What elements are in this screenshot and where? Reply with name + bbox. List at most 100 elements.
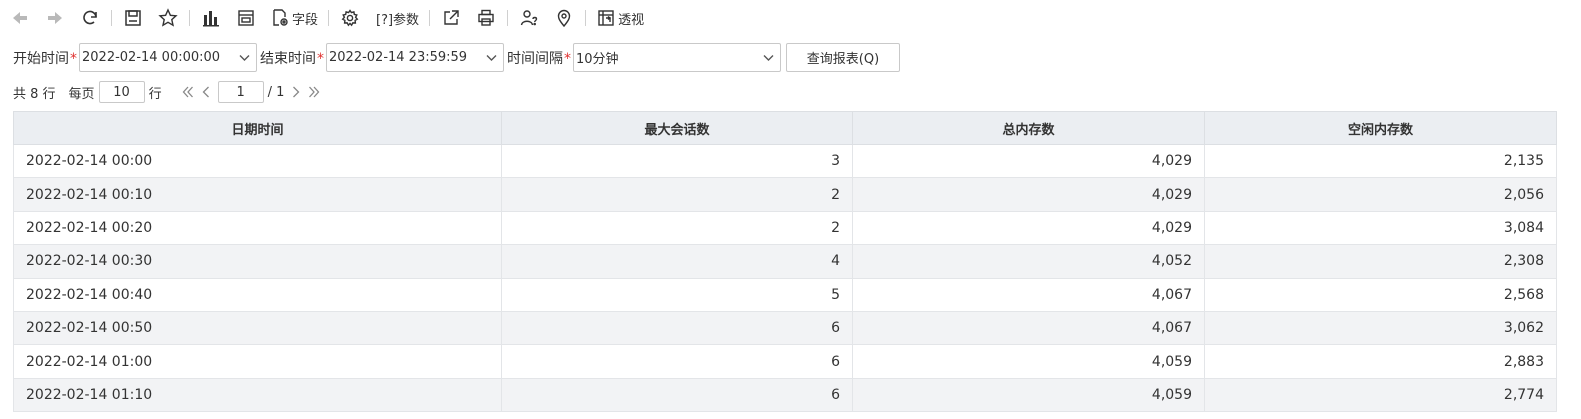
cell-max-sessions: 6 — [501, 344, 853, 379]
cell-max-sessions: 2 — [501, 210, 853, 246]
interval-label-text: 时间间隔 — [507, 50, 563, 67]
gear-icon — [341, 9, 359, 27]
export-icon — [444, 10, 459, 25]
end-time-label-text: 结束时间 — [260, 50, 316, 67]
start-time-label-text: 开始时间 — [13, 50, 69, 67]
cell-datetime: 2022-02-14 00:50 — [13, 310, 502, 346]
cell-free-memory: 2,774 — [1204, 377, 1557, 413]
table-row[interactable]: 2022-02-14 01:10 6 4,059 2,774 — [13, 377, 1557, 413]
toolbar: 字段 [?]参数 透视 — [0, 0, 1581, 36]
query-report-button[interactable]: 查询报表(Q) — [786, 43, 900, 72]
prev-page-button[interactable] — [198, 84, 214, 100]
arrow-left-icon — [13, 12, 27, 24]
total-rows-text: 共 8 行 — [13, 86, 56, 102]
cell-datetime: 2022-02-14 00:00 — [13, 143, 502, 179]
cell-total-memory: 4,029 — [852, 143, 1205, 179]
table-header-row: 日期时间 最大会话数 总内存数 空闲内存数 — [13, 111, 1557, 145]
print-button[interactable] — [472, 4, 500, 32]
per-page-input[interactable]: 10 — [98, 81, 145, 103]
fields-label: 字段 — [292, 12, 319, 28]
table-row[interactable]: 2022-02-14 00:40 5 4,067 2,568 — [13, 277, 1557, 312]
refresh-button[interactable] — [76, 4, 104, 32]
settings-button[interactable] — [336, 4, 364, 32]
params-label: [?]参数 — [376, 12, 420, 28]
field-settings-icon — [273, 9, 288, 26]
favorite-button[interactable] — [154, 4, 182, 32]
save-button[interactable] — [119, 4, 147, 32]
cell-total-memory: 4,059 — [852, 377, 1205, 413]
bar-chart-icon — [203, 11, 219, 27]
end-time-select[interactable]: 2022-02-14 23:59:59 — [326, 43, 504, 72]
per-page-label: 每页 — [68, 86, 95, 102]
table-row[interactable]: 2022-02-14 00:20 2 4,029 3,084 — [13, 210, 1557, 246]
toolbar-separator — [429, 10, 431, 26]
cell-max-sessions: 2 — [501, 177, 853, 212]
params-button[interactable]: [?]参数 — [371, 4, 422, 32]
required-mark: * — [70, 50, 77, 67]
back-button[interactable] — [6, 4, 34, 32]
required-mark: * — [317, 50, 324, 67]
cell-free-memory: 2,056 — [1204, 177, 1557, 212]
next-page-button[interactable] — [288, 84, 304, 100]
table-row[interactable]: 2022-02-14 00:50 6 4,067 3,062 — [13, 310, 1557, 346]
cell-free-memory: 2,308 — [1204, 244, 1557, 279]
cell-max-sessions: 6 — [501, 310, 853, 346]
cell-datetime: 2022-02-14 00:30 — [13, 244, 502, 279]
refresh-icon — [83, 10, 97, 25]
cell-max-sessions: 4 — [501, 244, 853, 279]
table-row[interactable]: 2022-02-14 00:00 3 4,029 2,135 — [13, 143, 1557, 179]
cell-free-memory: 2,883 — [1204, 344, 1557, 379]
chevron-left-icon — [202, 86, 209, 98]
location-button[interactable] — [550, 4, 578, 32]
column-header-total-memory[interactable]: 总内存数 — [852, 111, 1205, 145]
column-header-max-sessions[interactable]: 最大会话数 — [501, 111, 853, 145]
export-button[interactable] — [437, 4, 465, 32]
cell-datetime: 2022-02-14 01:00 — [13, 344, 502, 379]
pivot-label: 透视 — [618, 12, 645, 28]
toolbar-separator — [585, 10, 587, 26]
table-layout-icon — [238, 10, 254, 26]
current-page-input[interactable]: 1 — [217, 81, 264, 103]
star-icon — [158, 8, 178, 27]
cell-max-sessions: 5 — [501, 277, 853, 312]
start-time-label: 开始时间* — [13, 48, 77, 68]
layout-button[interactable] — [232, 4, 260, 32]
user-help-button[interactable] — [515, 4, 543, 32]
table-row[interactable]: 2022-02-14 00:30 4 4,052 2,308 — [13, 244, 1557, 279]
cell-datetime: 2022-02-14 00:20 — [13, 210, 502, 246]
interval-value: 10分钟 — [576, 52, 619, 67]
report-table: 日期时间 最大会话数 总内存数 空闲内存数 2022-02-14 00:00 3… — [13, 111, 1557, 413]
chevron-right-icon — [293, 86, 300, 98]
toolbar-separator — [507, 10, 509, 26]
pager: 共 8 行 每页 10 行 1 / 1 — [13, 80, 322, 104]
cell-free-memory: 3,062 — [1204, 310, 1557, 346]
column-header-free-memory[interactable]: 空闲内存数 — [1204, 111, 1557, 145]
pivot-button[interactable]: 透视 — [593, 4, 647, 32]
chevron-down-icon — [238, 51, 251, 64]
fields-button[interactable]: 字段 — [267, 4, 321, 32]
user-question-icon — [520, 10, 538, 26]
save-icon — [125, 10, 141, 26]
cell-free-memory: 3,084 — [1204, 210, 1557, 246]
cell-max-sessions: 3 — [501, 143, 853, 179]
interval-select[interactable]: 10分钟 — [573, 43, 781, 72]
double-chevron-left-icon — [182, 86, 193, 98]
cell-total-memory: 4,029 — [852, 177, 1205, 212]
chart-button[interactable] — [197, 4, 225, 32]
printer-icon — [478, 9, 494, 26]
cell-total-memory: 4,029 — [852, 210, 1205, 246]
end-time-value: 2022-02-14 23:59:59 — [329, 50, 468, 65]
start-time-select[interactable]: 2022-02-14 00:00:00 — [79, 43, 257, 72]
arrow-right-icon — [48, 12, 62, 24]
required-mark: * — [564, 50, 571, 67]
last-page-button[interactable] — [306, 84, 322, 100]
first-page-button[interactable] — [180, 84, 196, 100]
toolbar-separator — [111, 10, 112, 26]
table-row[interactable]: 2022-02-14 01:00 6 4,059 2,883 — [13, 344, 1557, 379]
pivot-table-icon — [598, 10, 614, 26]
column-header-datetime[interactable]: 日期时间 — [13, 111, 502, 145]
table-row[interactable]: 2022-02-14 00:10 2 4,029 2,056 — [13, 177, 1557, 212]
cell-free-memory: 2,135 — [1204, 143, 1557, 179]
double-chevron-right-icon — [309, 86, 320, 98]
forward-button[interactable] — [41, 4, 69, 32]
